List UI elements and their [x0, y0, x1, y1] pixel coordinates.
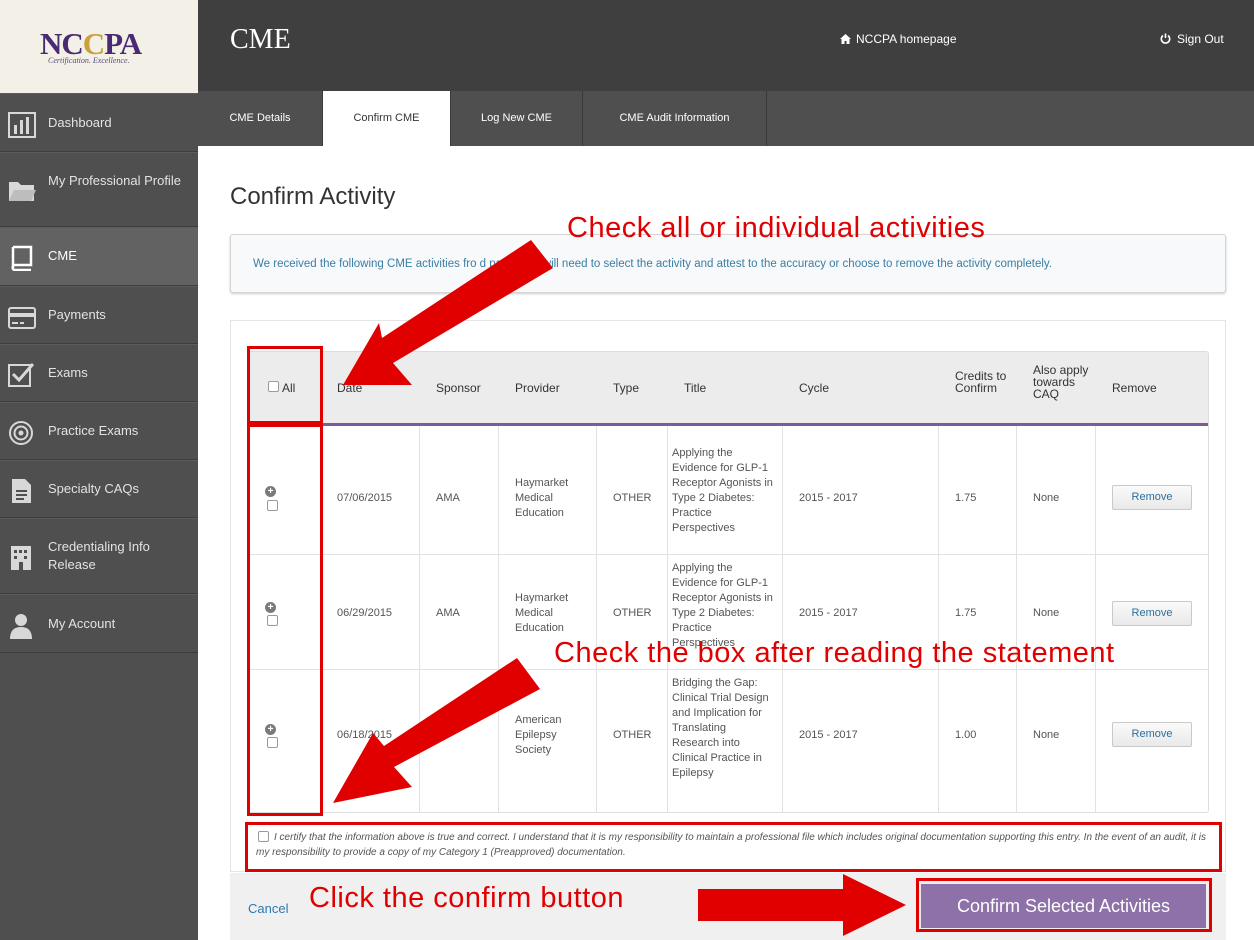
annotation-arrow-check-all [343, 240, 553, 385]
annotation-check-all: Check all or individual activities [567, 212, 986, 244]
annotation-click-confirm: Click the confirm button [309, 882, 625, 914]
annotation-arrow-confirm [698, 874, 906, 936]
annotation-check-box: Check the box after reading the statemen… [554, 637, 1115, 669]
annotation-arrows [333, 240, 906, 936]
annotation-arrow-certify [333, 658, 540, 803]
